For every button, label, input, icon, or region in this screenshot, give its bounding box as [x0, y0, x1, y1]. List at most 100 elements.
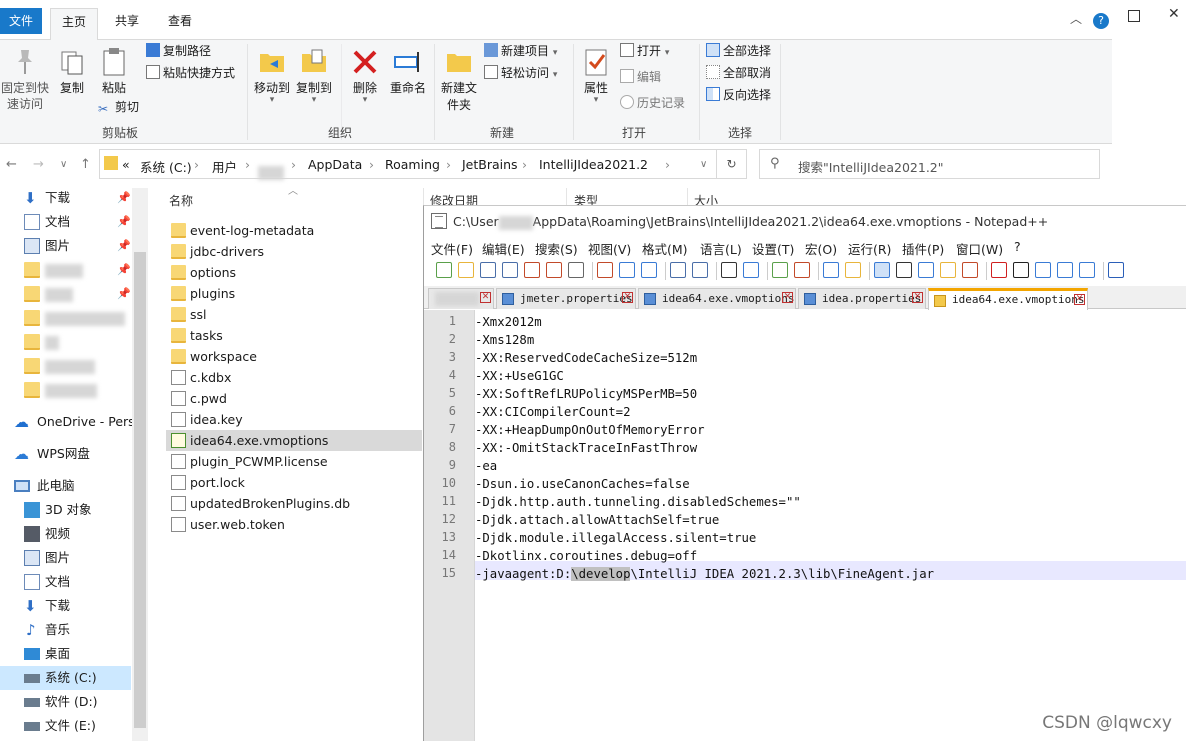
properties-button[interactable]: 属性 ▾ [578, 46, 614, 105]
copy-icon[interactable] [619, 262, 635, 278]
nav-scrollbar-thumb[interactable] [134, 252, 146, 728]
paste-icon[interactable] [641, 262, 657, 278]
play-multiple-icon[interactable] [1057, 262, 1073, 278]
spellcheck-icon[interactable] [1108, 262, 1124, 278]
file-row[interactable]: plugins [166, 283, 422, 304]
new-item-button[interactable]: 新建项目 ▾ [484, 42, 557, 60]
tab-share[interactable]: 共享 [105, 8, 149, 34]
file-row[interactable]: event-log-metadata [166, 220, 422, 241]
zoom-in-icon[interactable] [772, 262, 788, 278]
address-bar[interactable]: « 系统 (C:) › 用户 › › AppData › Roaming › J… [99, 149, 717, 180]
file-row[interactable]: idea64.exe.vmoptions [166, 430, 422, 451]
word-wrap-icon[interactable] [874, 262, 890, 278]
nav-item-redacted[interactable] [0, 306, 131, 330]
save-macro-icon[interactable] [1079, 262, 1095, 278]
close-tab-icon[interactable]: ✕ [622, 292, 633, 303]
history-button[interactable]: 历史记录 [620, 94, 685, 112]
nav-item-onedrive[interactable]: ☁ OneDrive - Perso [0, 410, 142, 434]
redo-icon[interactable] [692, 262, 708, 278]
move-to-button[interactable]: 移动到 ▾ [252, 46, 292, 105]
sync-vertical-icon[interactable] [823, 262, 839, 278]
nav-item-pictures[interactable]: 图片 📌 [0, 234, 131, 258]
close-tab-icon[interactable]: ✕ [782, 292, 793, 303]
nav-item-redacted[interactable]: 📌 [0, 282, 131, 306]
copy-path-button[interactable]: 复制路径 [146, 42, 211, 60]
nav-item-music[interactable]: ♪ 音乐 [0, 618, 131, 642]
sync-horizontal-icon[interactable] [845, 262, 861, 278]
select-all-button[interactable]: 全部选择 [706, 42, 771, 60]
undo-icon[interactable] [670, 262, 686, 278]
nav-item-redacted[interactable] [0, 378, 131, 402]
doc-map-icon[interactable] [940, 262, 956, 278]
file-row[interactable]: idea.key [166, 409, 422, 430]
menu-window[interactable]: 窗口(W) [956, 239, 1003, 258]
nav-item-redacted[interactable]: 📌 [0, 258, 131, 282]
pin-quick-access-button[interactable]: 固定到快速访问 [0, 46, 50, 112]
tab-redacted[interactable]: ✕ [428, 288, 494, 309]
indent-guide-icon[interactable] [918, 262, 934, 278]
breadcrumb-overflow[interactable]: « [122, 157, 130, 172]
close-tab-icon[interactable]: ✕ [912, 292, 923, 303]
nav-item-redacted[interactable] [0, 330, 131, 354]
breadcrumb-roaming[interactable]: Roaming [385, 157, 440, 172]
find-icon[interactable] [721, 262, 737, 278]
refresh-icon[interactable]: ↻ [717, 149, 747, 179]
file-row[interactable]: updatedBrokenPlugins.db [166, 493, 422, 514]
file-row[interactable]: tasks [166, 325, 422, 346]
tab-idea64-vmoptions[interactable]: idea64.exe.vmoptions ✕ [638, 288, 796, 309]
nav-item-this-pc[interactable]: 此电脑 [0, 474, 131, 498]
open-button[interactable]: 打开 ▾ [620, 42, 669, 60]
easy-access-button[interactable]: 轻松访问 ▾ [484, 64, 557, 82]
menu-macro[interactable]: 宏(O) [805, 239, 837, 258]
up-arrow-icon[interactable]: ↑ [80, 157, 91, 172]
nav-item-documents[interactable]: 文档 📌 [0, 210, 131, 234]
close-icon[interactable] [524, 262, 540, 278]
tab-home[interactable]: 主页 [50, 8, 98, 41]
column-header-name[interactable]: 名称 [169, 192, 193, 209]
file-row[interactable]: workspace [166, 346, 422, 367]
file-row[interactable]: options [166, 262, 422, 283]
close-tab-icon[interactable]: ✕ [1074, 294, 1085, 305]
nav-item-drive-d[interactable]: 软件 (D:) [0, 690, 131, 714]
nav-item-downloads-pc[interactable]: ⬇ 下载 [0, 594, 131, 618]
new-file-icon[interactable] [436, 262, 452, 278]
tab-idea-properties[interactable]: idea.properties ✕ [798, 288, 926, 309]
menu-search[interactable]: 搜索(S) [535, 239, 578, 258]
close-all-icon[interactable] [546, 262, 562, 278]
menu-language[interactable]: 语言(L) [700, 239, 742, 258]
menu-plugins[interactable]: 插件(P) [902, 239, 944, 258]
save-all-icon[interactable] [502, 262, 518, 278]
breadcrumb-drive[interactable]: 系统 (C:) [140, 157, 192, 176]
nav-item-drive-e[interactable]: 文件 (E:) [0, 714, 131, 738]
file-row[interactable]: jdbc-drivers [166, 241, 422, 262]
back-arrow-icon[interactable]: ← [6, 157, 17, 172]
cut-icon[interactable] [597, 262, 613, 278]
breadcrumb-jetbrains[interactable]: JetBrains [462, 157, 518, 172]
close-tab-icon[interactable]: ✕ [480, 292, 491, 303]
copy-to-button[interactable]: 复制到 ▾ [294, 46, 334, 105]
select-none-button[interactable]: 全部取消 [706, 64, 771, 82]
file-row[interactable]: plugin_PCWMP.license [166, 451, 422, 472]
edit-button[interactable]: 编辑 [620, 68, 661, 86]
close-icon[interactable]: ✕ [1168, 6, 1180, 22]
tab-file[interactable]: 文件 [0, 8, 42, 34]
paste-button[interactable]: 粘贴 [94, 46, 134, 96]
menu-file[interactable]: 文件(F) [431, 239, 473, 258]
show-all-chars-icon[interactable] [896, 262, 912, 278]
delete-button[interactable]: 删除 ▾ [346, 46, 384, 105]
maximize-icon[interactable] [1128, 10, 1140, 22]
zoom-out-icon[interactable] [794, 262, 810, 278]
search-input[interactable]: ⚲ 搜索"IntelliJIdea2021.2" [759, 149, 1100, 179]
print-icon[interactable] [568, 262, 584, 278]
menu-help[interactable]: ? [1014, 239, 1021, 254]
nav-item-documents-pc[interactable]: 文档 [0, 570, 131, 594]
rename-button[interactable]: 重命名 [386, 46, 430, 96]
nav-item-downloads[interactable]: ⬇ 下载 📌 [0, 186, 131, 210]
address-dropdown-icon[interactable]: ∨ [700, 159, 707, 170]
paste-shortcut-button[interactable]: 粘贴快捷方式 [146, 64, 235, 82]
nav-item-drive-c[interactable]: 系统 (C:) [0, 666, 131, 690]
breadcrumb-current[interactable]: IntelliJIdea2021.2 [539, 157, 648, 172]
nav-item-redacted[interactable] [0, 354, 131, 378]
help-icon[interactable]: ? [1093, 13, 1109, 29]
file-row[interactable]: c.kdbx [166, 367, 422, 388]
